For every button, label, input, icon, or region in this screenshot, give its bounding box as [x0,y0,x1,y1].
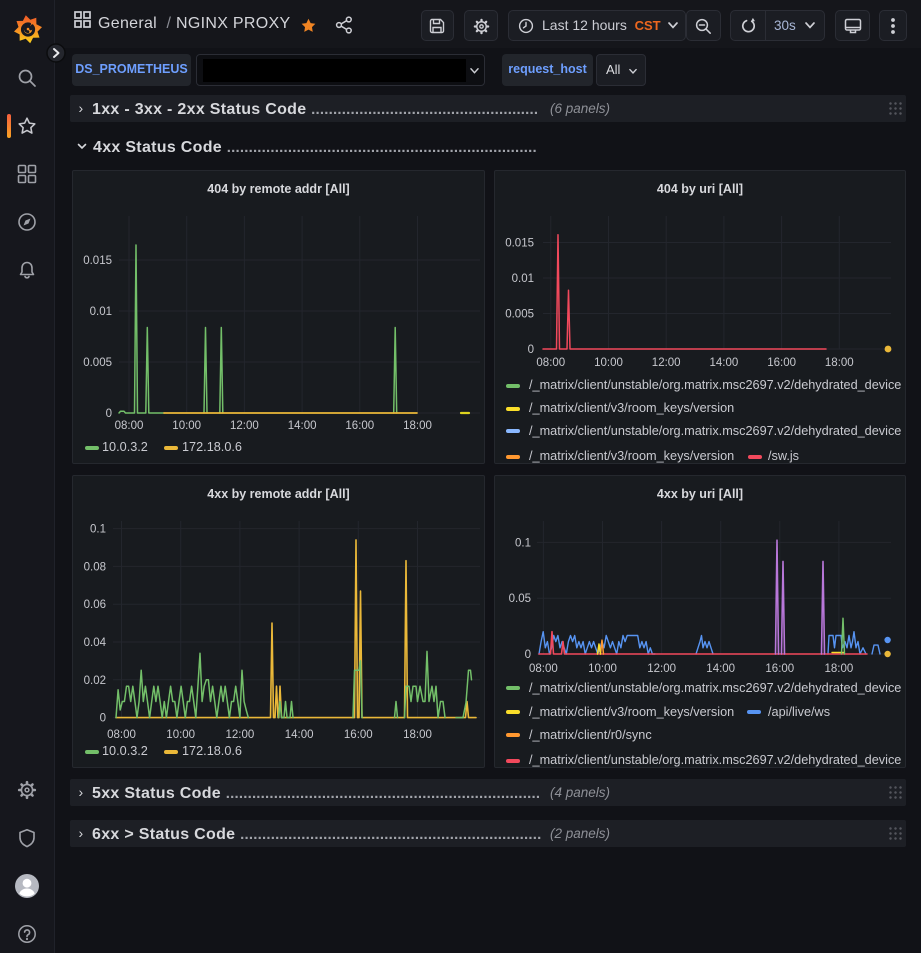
svg-text:10:00: 10:00 [172,420,201,432]
svg-text:0: 0 [106,408,112,420]
svg-text:0.015: 0.015 [83,255,112,267]
svg-text:0.05: 0.05 [509,593,531,605]
svg-text:12:00: 12:00 [226,729,255,741]
svg-text:08:00: 08:00 [115,420,144,432]
svg-text:16:00: 16:00 [345,420,374,432]
svg-text:08:00: 08:00 [536,357,565,369]
svg-text:0: 0 [525,649,531,661]
svg-text:10:00: 10:00 [588,663,617,675]
svg-text:08:00: 08:00 [529,663,558,675]
svg-text:12:00: 12:00 [647,663,676,675]
svg-text:18:00: 18:00 [403,420,432,432]
svg-text:18:00: 18:00 [403,729,432,741]
svg-text:12:00: 12:00 [230,420,259,432]
svg-text:18:00: 18:00 [825,357,854,369]
svg-text:0.005: 0.005 [83,357,112,369]
svg-text:18:00: 18:00 [825,663,854,675]
svg-text:0.02: 0.02 [84,675,106,687]
svg-text:0.04: 0.04 [84,637,107,649]
svg-text:0.015: 0.015 [505,238,534,250]
svg-text:0: 0 [528,344,534,356]
svg-text:0.06: 0.06 [84,599,106,611]
svg-text:0.1: 0.1 [90,524,106,536]
svg-text:14:00: 14:00 [285,729,314,741]
svg-text:0.01: 0.01 [90,306,112,318]
svg-text:0.01: 0.01 [512,273,534,285]
svg-text:0.1: 0.1 [515,537,531,549]
svg-text:10:00: 10:00 [594,357,623,369]
svg-text:0.08: 0.08 [84,561,106,573]
svg-text:14:00: 14:00 [288,420,317,432]
svg-text:10:00: 10:00 [166,729,195,741]
svg-text:16:00: 16:00 [765,663,794,675]
svg-text:16:00: 16:00 [344,729,373,741]
svg-text:0: 0 [100,713,106,725]
svg-text:12:00: 12:00 [652,357,681,369]
svg-text:16:00: 16:00 [767,357,796,369]
svg-text:14:00: 14:00 [710,357,739,369]
svg-text:0.005: 0.005 [505,309,534,321]
svg-text:14:00: 14:00 [706,663,735,675]
svg-text:08:00: 08:00 [107,729,136,741]
